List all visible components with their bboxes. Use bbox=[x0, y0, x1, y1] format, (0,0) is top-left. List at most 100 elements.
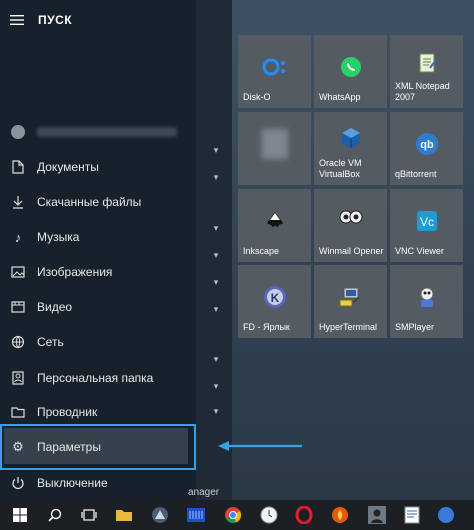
vnc-viewer-icon: Vc bbox=[413, 207, 441, 235]
user-name-blurred bbox=[37, 127, 177, 137]
tile-xml-notepad[interactable]: XML Notepad 2007 bbox=[390, 35, 463, 108]
gear-icon: ⚙ bbox=[12, 439, 24, 454]
video-icon bbox=[10, 299, 26, 315]
inkscape-icon bbox=[261, 207, 289, 235]
menu-item-explorer[interactable]: Проводник bbox=[0, 397, 196, 427]
start-menu-header[interactable]: ПУСК bbox=[10, 10, 72, 30]
music-icon: ♪ bbox=[14, 229, 22, 245]
tile-vnc-viewer[interactable]: Vc VNC Viewer bbox=[390, 189, 463, 262]
menu-item-network[interactable]: Сеть bbox=[0, 327, 196, 357]
task-view-icon[interactable] bbox=[79, 505, 99, 525]
folder-icon bbox=[10, 370, 26, 386]
tile-label: Oracle VM VirtualBox bbox=[319, 158, 362, 179]
menu-item-documents[interactable]: Документы bbox=[0, 152, 196, 182]
chevron-down-icon[interactable]: ▾ bbox=[210, 145, 222, 156]
menu-item-label: Проводник bbox=[37, 405, 98, 419]
tile-label: XML Notepad 2007 bbox=[395, 81, 450, 102]
notes-app-icon[interactable] bbox=[402, 505, 422, 525]
menu-item-power[interactable]: Выключение bbox=[0, 468, 196, 498]
user-account[interactable] bbox=[0, 117, 196, 147]
explorer-icon bbox=[10, 404, 26, 420]
start-menu: ПУСК Документы Скачанные файлы ♪ Музыка … bbox=[0, 0, 232, 500]
tile-label: SMPlayer bbox=[395, 322, 435, 332]
tile-fd-shortcut[interactable]: K FD - Ярлык bbox=[238, 265, 311, 338]
file-explorer-icon[interactable] bbox=[114, 505, 134, 525]
menu-item-label: Скачанные файлы bbox=[37, 195, 142, 209]
disk-o-icon bbox=[261, 53, 289, 81]
taskbar bbox=[0, 500, 474, 530]
hamburger-icon[interactable] bbox=[10, 14, 24, 26]
tile-virtualbox[interactable]: Oracle VM VirtualBox bbox=[314, 112, 387, 185]
menu-item-label: Изображения bbox=[37, 265, 113, 279]
power-icon bbox=[10, 475, 26, 491]
svg-text:K: K bbox=[270, 291, 279, 305]
chevron-down-icon[interactable]: ▾ bbox=[210, 406, 222, 417]
clock-app-icon[interactable] bbox=[259, 505, 279, 525]
chevron-down-icon[interactable]: ▾ bbox=[210, 223, 222, 234]
app-triangle-icon[interactable] bbox=[150, 505, 170, 525]
menu-item-label: Документы bbox=[37, 160, 99, 174]
app-grid-icon[interactable] bbox=[186, 505, 206, 525]
menu-item-label: Сеть bbox=[37, 335, 64, 349]
xml-notepad-icon bbox=[413, 49, 441, 77]
taskbar-partial-text: anager bbox=[188, 487, 220, 498]
svg-text:Vc: Vc bbox=[419, 215, 433, 229]
annotation-arrow-icon bbox=[218, 441, 302, 451]
blurred-app-icon bbox=[261, 129, 289, 159]
chrome-icon[interactable] bbox=[223, 505, 243, 525]
menu-item-downloads[interactable]: Скачанные файлы bbox=[0, 187, 196, 217]
tile-label: Inkscape bbox=[243, 246, 280, 256]
tile-label: VNC Viewer bbox=[395, 246, 444, 256]
menu-item-personal-folder[interactable]: Персональная папка bbox=[0, 363, 196, 393]
user-app-icon[interactable] bbox=[367, 505, 387, 525]
svg-text:qb: qb bbox=[420, 139, 434, 151]
menu-item-label: Параметры bbox=[37, 440, 101, 454]
menu-item-images[interactable]: Изображения bbox=[0, 257, 196, 287]
tile-label: Disk-O bbox=[243, 92, 271, 102]
download-icon bbox=[10, 194, 26, 210]
opera-icon[interactable] bbox=[294, 505, 314, 525]
tile-label: qBittorrent bbox=[395, 169, 437, 179]
smplayer-icon bbox=[413, 283, 441, 311]
search-icon[interactable] bbox=[45, 505, 65, 525]
tile-label: HyperTerminal bbox=[319, 322, 378, 332]
user-avatar-icon bbox=[10, 124, 26, 140]
tile-label: Winmail Opener bbox=[319, 246, 384, 256]
tile-label: FD - Ярлык bbox=[243, 322, 290, 332]
chevron-down-icon[interactable]: ▾ bbox=[210, 304, 222, 315]
tile-qbittorrent[interactable]: qb qBittorrent bbox=[390, 112, 463, 185]
menu-item-video[interactable]: Видео bbox=[0, 292, 196, 322]
tile-label: WhatsApp bbox=[319, 92, 361, 102]
app-tray-icon[interactable] bbox=[436, 505, 456, 525]
qbittorrent-icon: qb bbox=[413, 130, 441, 158]
tile-winmail-opener[interactable]: Winmail Opener bbox=[314, 189, 387, 262]
tile-hyperterminal[interactable]: HyperTerminal bbox=[314, 265, 387, 338]
menu-item-label: Выключение bbox=[37, 476, 108, 490]
chevron-down-icon[interactable]: ▾ bbox=[210, 381, 222, 392]
chevron-down-icon[interactable]: ▾ bbox=[210, 354, 222, 365]
tile-blurred[interactable] bbox=[238, 112, 311, 185]
menu-item-label: Музыка bbox=[37, 230, 80, 244]
app-flame-icon[interactable] bbox=[330, 505, 350, 525]
document-icon bbox=[10, 159, 26, 175]
menu-item-label: Персональная папка bbox=[37, 371, 154, 385]
start-menu-title: ПУСК bbox=[38, 13, 73, 27]
menu-item-label: Видео bbox=[37, 300, 73, 314]
whatsapp-icon bbox=[337, 53, 365, 81]
virtualbox-icon bbox=[337, 124, 365, 152]
network-icon bbox=[10, 334, 26, 350]
tile-disk-o[interactable]: Disk-O bbox=[238, 35, 311, 108]
tile-inkscape[interactable]: Inkscape bbox=[238, 189, 311, 262]
tile-smplayer[interactable]: SMPlayer bbox=[390, 265, 463, 338]
hyperterminal-icon bbox=[337, 283, 365, 311]
chevron-down-icon[interactable]: ▾ bbox=[210, 277, 222, 288]
fd-app-icon: K bbox=[261, 283, 289, 311]
image-icon bbox=[10, 264, 26, 280]
chevron-down-icon[interactable]: ▾ bbox=[210, 250, 222, 261]
menu-item-settings[interactable]: ⚙ Параметры bbox=[0, 432, 196, 462]
tile-whatsapp[interactable]: WhatsApp bbox=[314, 35, 387, 108]
winmail-opener-icon bbox=[337, 203, 365, 231]
chevron-down-icon[interactable]: ▾ bbox=[210, 172, 222, 183]
menu-item-music[interactable]: ♪ Музыка bbox=[0, 222, 196, 252]
windows-start-icon[interactable] bbox=[10, 505, 30, 525]
